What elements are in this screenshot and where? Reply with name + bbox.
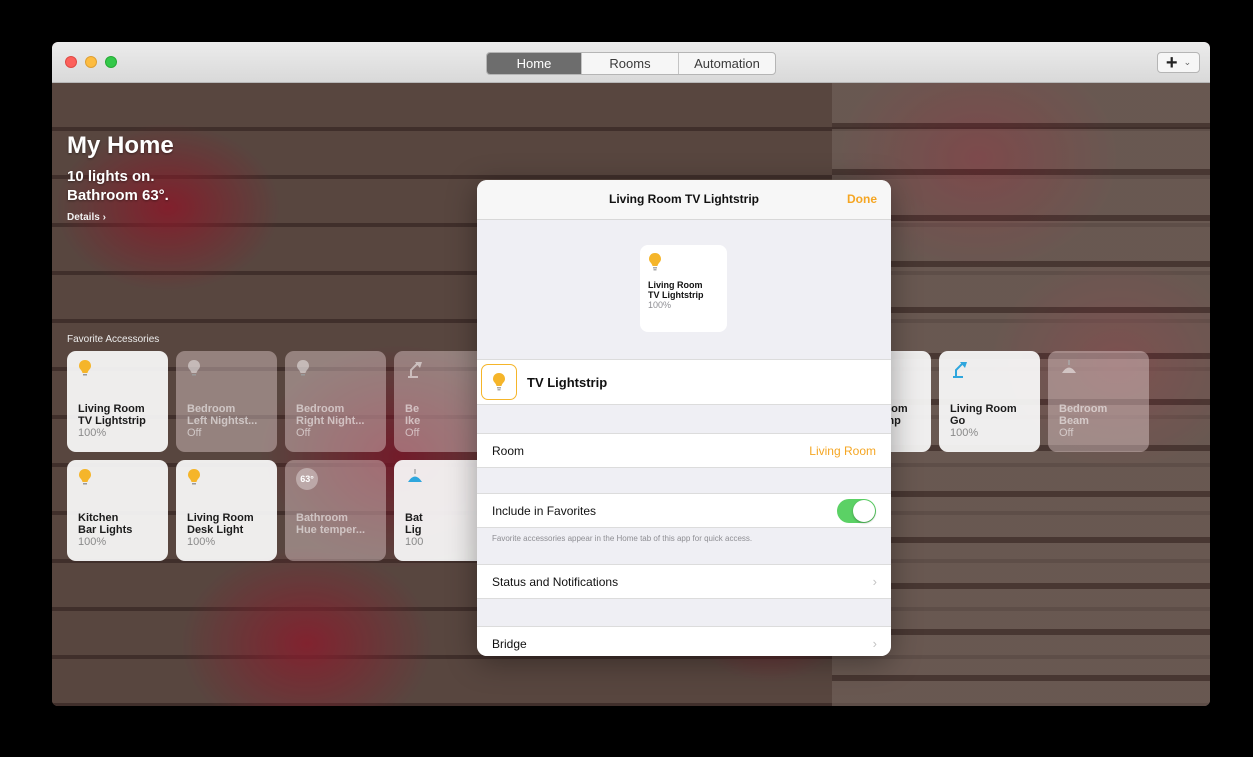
minimize-window-button[interactable] (85, 56, 97, 68)
tile-state: 100% (950, 427, 979, 439)
tile-name: Kitchen Bar Lights (78, 512, 133, 536)
preview-state: 100% (648, 300, 672, 310)
favorites-label: Include in Favorites (492, 504, 597, 518)
tile-name: Living Room Desk Light (187, 512, 254, 536)
lightbulb-icon (78, 359, 92, 382)
accessory-name-row[interactable]: TV Lightstrip (477, 359, 891, 405)
bridge-row[interactable]: Bridge › (477, 626, 891, 656)
tile-name: Bedroom Left Nightst... (187, 403, 258, 427)
home-title: My Home (67, 132, 174, 159)
tile-state: 100% (187, 536, 216, 548)
tile-state: Off (296, 427, 311, 439)
status-notifications-row[interactable]: Status and Notifications › (477, 564, 891, 599)
lightbulb-icon (187, 359, 201, 382)
pendant-lamp-icon (405, 468, 425, 491)
accessory-details-sheet: Living Room TV Lightstrip Done Living Ro… (477, 180, 891, 656)
tile-state: Off (405, 427, 420, 439)
sheet-header: Living Room TV Lightstrip Done (477, 180, 891, 220)
accessory-preview-tile[interactable]: Living Room TV Lightstrip 100% (640, 245, 727, 332)
tile-name: Be Ike (405, 403, 421, 427)
tile-name: Living Room Go (950, 403, 1017, 427)
title-bar: Home Rooms Automation + ⌄ (52, 42, 1210, 83)
accessory-tile[interactable]: Living Room Desk Light 100% (176, 460, 277, 561)
tile-name: Bathroom Hue temper... (296, 512, 366, 536)
lightbulb-icon (649, 253, 661, 271)
details-link[interactable]: Details › (67, 212, 106, 223)
zoom-window-button[interactable] (105, 56, 117, 68)
tile-name: Living Room TV Lightstrip (78, 403, 146, 427)
sheet-title: Living Room TV Lightstrip (609, 192, 759, 206)
accessory-tile[interactable]: Bedroom Left Nightst... Off (176, 351, 277, 452)
view-segmented-control: Home Rooms Automation (486, 52, 776, 75)
done-button[interactable]: Done (847, 192, 877, 206)
status-notifications-label: Status and Notifications (492, 575, 619, 589)
accessory-tile[interactable]: 63° Bathroom Hue temper... (285, 460, 386, 561)
tab-home[interactable]: Home (487, 53, 582, 74)
desk-lamp-icon (950, 359, 970, 382)
lightbulb-icon (187, 468, 201, 491)
favorites-row: Include in Favorites (477, 493, 891, 528)
tile-name: Bedroom Right Night... (296, 403, 365, 427)
plus-icon: + (1165, 51, 1178, 74)
accessory-tile[interactable]: Bedroom Beam Off (1048, 351, 1149, 452)
accessory-name-field[interactable]: TV Lightstrip (527, 375, 607, 390)
accessory-tile[interactable]: Kitchen Bar Lights 100% (67, 460, 168, 561)
bridge-label: Bridge (492, 637, 527, 651)
chevron-right-icon: › (872, 574, 877, 589)
tile-state: 100 (405, 536, 424, 548)
tile-state: 100% (78, 427, 107, 439)
chevron-down-icon: ⌄ (1183, 57, 1192, 67)
tile-state: Off (187, 427, 202, 439)
add-button[interactable]: + ⌄ (1157, 52, 1200, 73)
close-window-button[interactable] (65, 56, 77, 68)
pendant-lamp-icon (1059, 359, 1079, 382)
tab-automation[interactable]: Automation (679, 53, 775, 74)
tile-name: Bat Lig (405, 512, 423, 536)
accessory-tile[interactable]: Living Room TV Lightstrip 100% (67, 351, 168, 452)
temperature-icon: 63° (296, 468, 318, 490)
lightbulb-icon (296, 359, 310, 382)
chevron-right-icon: › (872, 636, 877, 651)
room-value[interactable]: Living Room (809, 444, 876, 458)
favorite-accessories-heading: Favorite Accessories (67, 334, 160, 345)
home-status: 10 lights on. Bathroom 63°. (67, 168, 169, 204)
lightbulb-icon (493, 373, 505, 391)
accessory-icon-picker[interactable] (481, 364, 517, 400)
app-window: Home Rooms Automation + ⌄ My Home 10 lig… (52, 42, 1210, 706)
accessory-tile[interactable]: Bedroom Right Night... Off (285, 351, 386, 452)
room-label: Room (492, 444, 525, 458)
desk-lamp-icon (405, 359, 425, 382)
accessory-tile[interactable]: Living Room Go 100% (939, 351, 1040, 452)
tile-state: Off (1059, 427, 1074, 439)
favorites-footer: Favorite accessories appear in the Home … (492, 534, 753, 543)
tile-state: 100% (78, 536, 107, 548)
tab-rooms[interactable]: Rooms (582, 53, 679, 74)
tile-name: Bedroom Beam (1059, 403, 1108, 427)
room-row[interactable]: Room Living Room (477, 433, 891, 468)
favorites-toggle[interactable] (837, 499, 876, 523)
lightbulb-icon (78, 468, 92, 491)
